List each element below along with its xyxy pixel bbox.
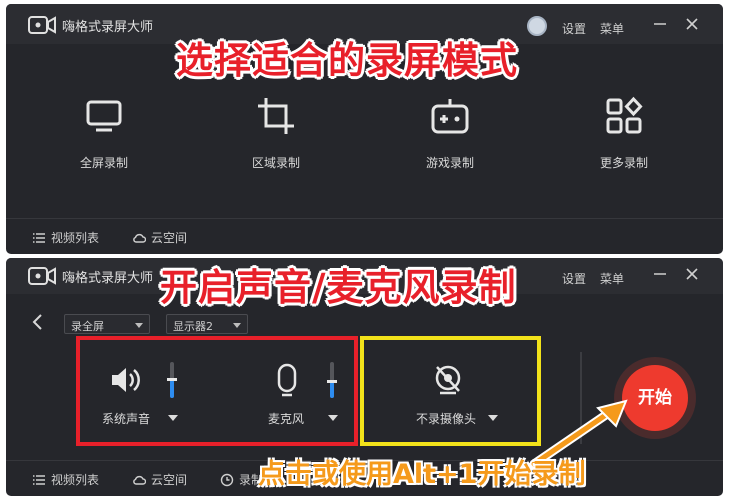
annotation-yellow-box [360,336,541,446]
list-icon [33,232,45,243]
annotation-red-box [76,336,358,446]
video-list-button[interactable]: 视频列表 [32,229,99,246]
annotation-headline-modes: 选择适合的录屏模式 [176,39,518,82]
app-title: 嗨格式录屏大师 [62,20,154,35]
cloud-icon [133,475,146,485]
footer-bar: 视频列表 云空间 [6,218,723,254]
app-title: 嗨格式录屏大师 [62,271,154,286]
record-schedule-button[interactable]: 录制 [220,471,263,488]
menu-link[interactable]: 菜单 [600,20,624,37]
crop-icon [258,98,294,134]
gamepad-icon [431,99,469,134]
cloud-icon [133,233,146,243]
camera-logo-icon [28,16,56,34]
minimize-icon[interactable] [652,16,668,32]
close-icon[interactable] [684,266,700,282]
annotation-headline-audio: 开启声音/麦克风录制 [160,266,517,309]
cloud-space-button[interactable]: 云空间 [132,471,187,488]
settings-link[interactable]: 设置 [562,20,586,37]
video-list-button[interactable]: 视频列表 [32,471,99,488]
chevron-down-icon [135,323,143,328]
camera-logo-icon [28,267,56,285]
mode-label: 区域录制 [251,156,300,170]
close-icon[interactable] [684,16,700,32]
menu-link[interactable]: 菜单 [600,270,624,287]
chevron-down-icon [233,323,241,328]
mode-label: 游戏录制 [425,156,474,170]
monitor-icon [86,100,122,132]
back-chevron-icon[interactable] [30,312,46,332]
mode-more[interactable]: 更多录制 [554,96,694,176]
mode-label: 全屏录制 [79,156,128,170]
list-icon [33,474,45,485]
display-select[interactable]: 显示器2 [166,314,248,334]
mode-region[interactable]: 区域录制 [206,96,346,176]
record-mode-select[interactable]: 录全屏 [64,314,150,334]
clock-icon [220,473,234,486]
user-avatar[interactable] [527,16,547,36]
cloud-space-button[interactable]: 云空间 [132,229,187,246]
settings-link[interactable]: 设置 [562,270,586,287]
mode-game[interactable]: 游戏录制 [380,96,520,176]
minimize-icon[interactable] [652,266,668,282]
grid-icon [606,96,643,134]
annotation-headline-start: 点击或使用Alt+1开始录制 [258,459,586,490]
mode-label: 更多录制 [599,156,648,170]
mode-fullscreen[interactable]: 全屏录制 [34,96,174,176]
